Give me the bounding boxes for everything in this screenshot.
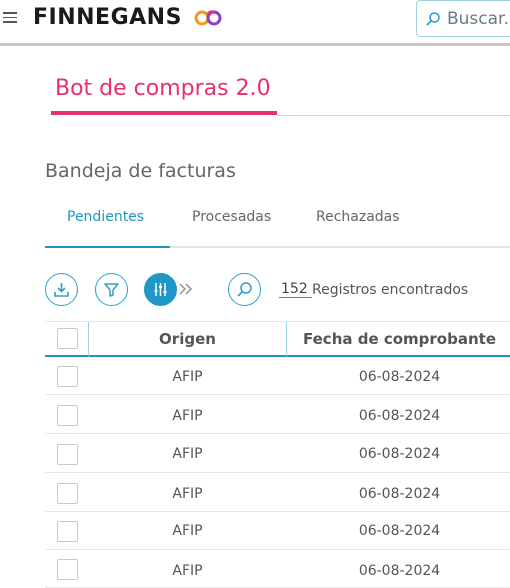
brand-logo-text[interactable]: FINNEGANS <box>33 5 182 30</box>
logo-infinity-icon <box>194 10 222 26</box>
table-row[interactable]: AFIP 06-08-2024 <box>45 474 510 512</box>
cell-origen: AFIP <box>172 408 203 424</box>
table-row[interactable]: AFIP 06-08-2024 <box>45 396 510 434</box>
cell-fecha: 06-08-2024 <box>358 369 441 385</box>
table-row[interactable]: AFIP 06-08-2024 <box>45 550 510 588</box>
column-header-origen[interactable]: Origen <box>89 330 286 348</box>
tab-rechazadas[interactable]: Rechazadas <box>316 209 400 225</box>
row-checkbox[interactable] <box>57 483 78 504</box>
table-header: Origen Fecha de comprobante <box>45 321 510 357</box>
tab-pendientes[interactable]: Pendientes <box>67 209 144 225</box>
table-row[interactable]: AFIP 06-08-2024 <box>45 512 510 550</box>
cell-origen: AFIP <box>172 486 203 502</box>
cell-origen: AFIP <box>172 446 203 462</box>
active-tab-indicator <box>45 246 170 248</box>
sliders-icon <box>154 283 167 296</box>
cell-fecha: 06-08-2024 <box>358 563 441 579</box>
table-row[interactable]: AFIP 06-08-2024 <box>45 357 510 395</box>
column-header-fecha[interactable]: Fecha de comprobante <box>287 330 510 348</box>
cell-origen: AFIP <box>172 369 203 385</box>
download-icon <box>54 283 69 297</box>
row-checkbox[interactable] <box>57 521 78 542</box>
cell-origen: AFIP <box>172 563 203 579</box>
filter-button[interactable] <box>95 273 128 306</box>
filter-icon <box>104 283 119 297</box>
select-all-checkbox[interactable] <box>57 328 78 349</box>
cell-fecha: 06-08-2024 <box>358 446 441 462</box>
columns-settings-button[interactable] <box>144 273 177 306</box>
records-label: Registros encontrados <box>312 282 469 298</box>
tab-procesadas[interactable]: Procesadas <box>192 209 271 225</box>
double-chevron-right-icon[interactable] <box>178 281 194 297</box>
row-checkbox[interactable] <box>57 405 78 426</box>
download-button[interactable] <box>45 273 78 306</box>
global-search-input[interactable]: Buscar... <box>416 0 510 37</box>
select-all-cell <box>45 322 89 356</box>
cell-fecha: 06-08-2024 <box>358 408 441 424</box>
table-row[interactable]: AFIP 06-08-2024 <box>45 435 510 473</box>
top-bar: FINNEGANS Buscar... <box>0 0 510 46</box>
row-checkbox[interactable] <box>57 444 78 465</box>
row-checkbox[interactable] <box>57 366 78 387</box>
search-records-button[interactable] <box>228 273 261 306</box>
page-title-underline <box>51 111 277 115</box>
search-placeholder: Buscar... <box>447 9 510 29</box>
tabs-divider <box>170 246 510 248</box>
row-checkbox[interactable] <box>57 559 78 580</box>
cell-origen: AFIP <box>172 523 203 539</box>
search-icon <box>426 12 440 26</box>
cell-fecha: 06-08-2024 <box>358 523 441 539</box>
cell-fecha: 06-08-2024 <box>358 486 441 502</box>
records-count: 152 <box>279 281 312 298</box>
page-title[interactable]: Bot de compras 2.0 <box>55 76 271 101</box>
search-records-icon <box>237 282 252 297</box>
divider <box>277 115 510 116</box>
section-title: Bandeja de facturas <box>45 160 236 182</box>
menu-icon[interactable] <box>3 12 17 24</box>
